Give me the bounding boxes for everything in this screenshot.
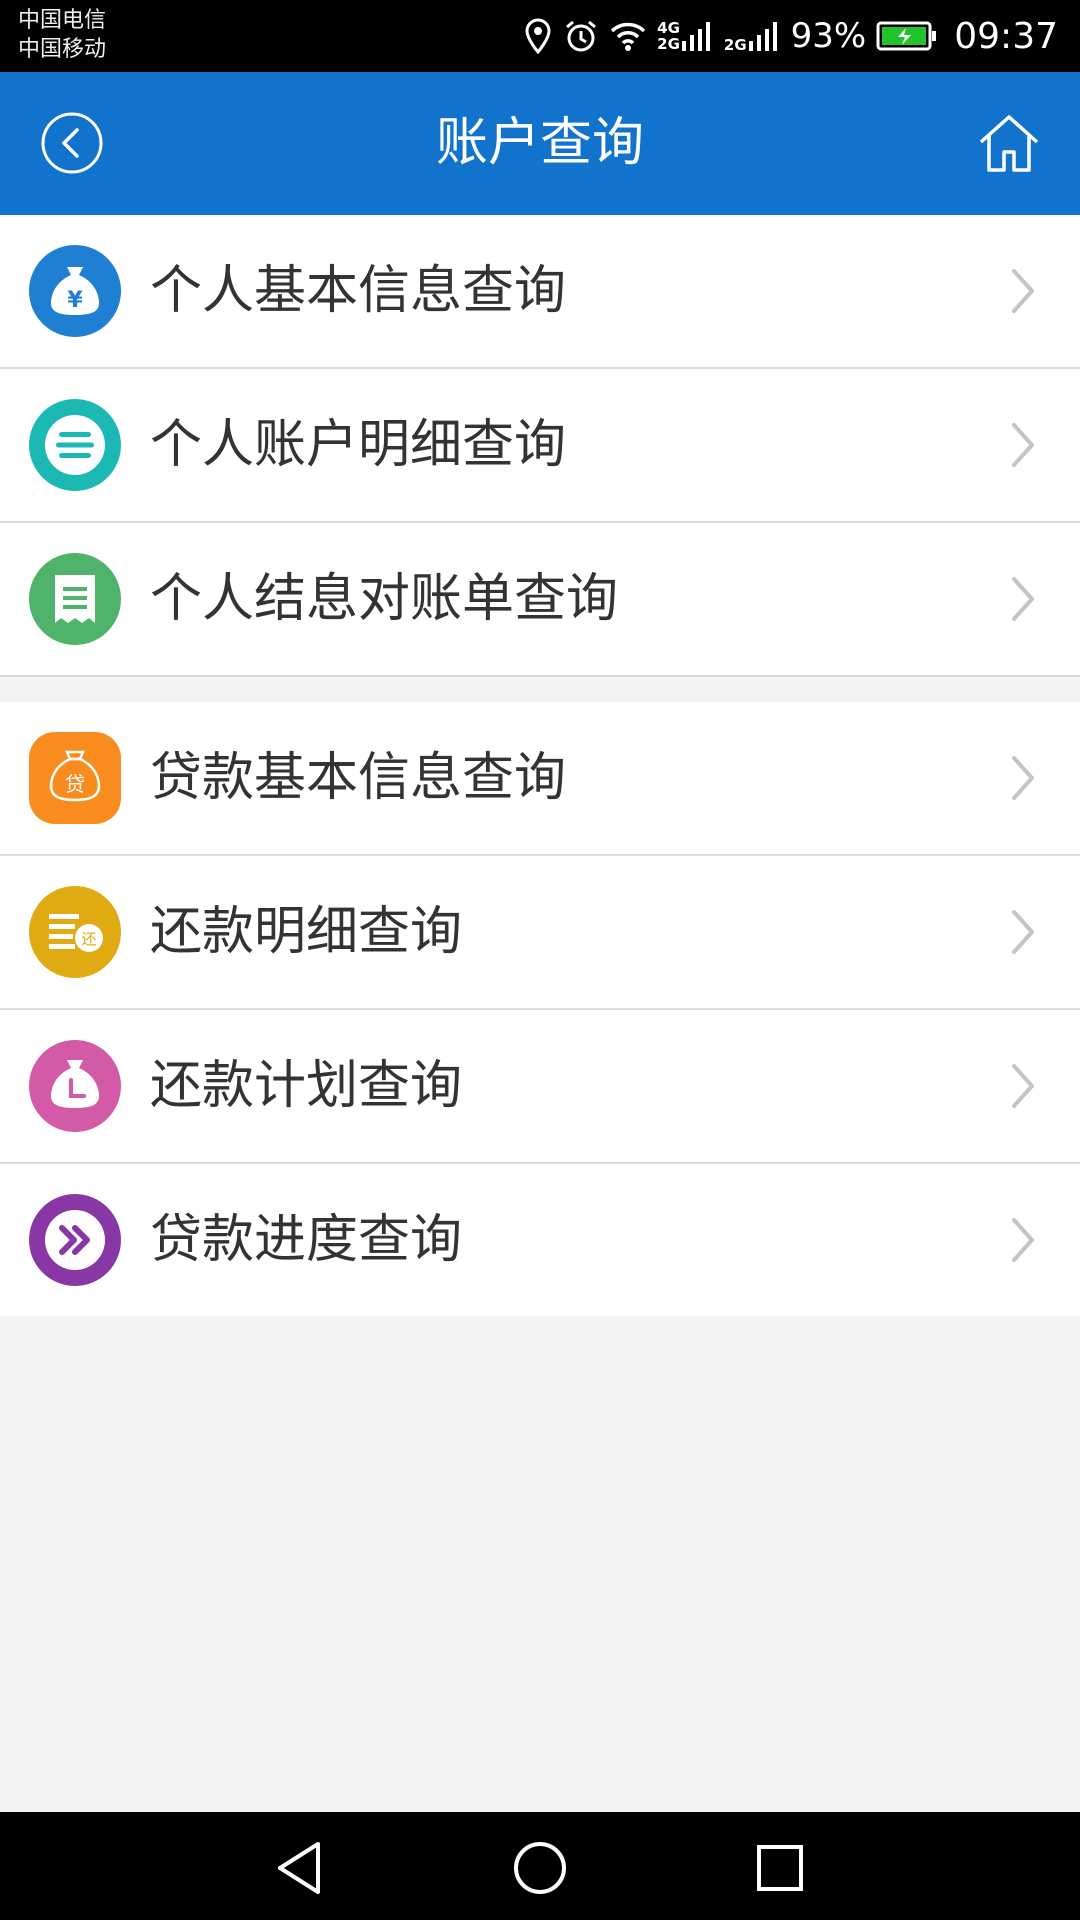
home-button[interactable]: [976, 112, 1042, 174]
net-1-bottom-label: 2G: [657, 35, 680, 53]
chevron-right-icon: [1012, 910, 1034, 954]
page-title: 账户查询: [435, 113, 644, 173]
menu-label: 个人基本信息查询: [150, 261, 567, 321]
menu-item-personal-account-detail[interactable]: 个人账户明细查询: [0, 367, 1080, 521]
triangle-back-icon: [278, 1842, 320, 1894]
repay-glyph: 还: [81, 930, 96, 948]
home-icon: [979, 115, 1039, 172]
carrier-2: 中国移动: [18, 37, 107, 62]
battery-percent: 93%: [790, 16, 867, 56]
alarm-icon: [563, 18, 599, 54]
chevron-right-icon: [1012, 1218, 1034, 1262]
app-header: 账户查询: [0, 72, 1080, 215]
status-icons: 4G 2G 2G 93% 09:37: [523, 0, 1058, 72]
chevron-right-icon: [1012, 269, 1034, 313]
chevron-right-icon: [1012, 756, 1034, 800]
repay-list-icon: 还: [29, 886, 121, 978]
menu-item-repayment-detail[interactable]: 还 还款明细查询: [0, 854, 1080, 1008]
battery-charging-icon: [876, 20, 938, 52]
chevron-right-icon: [1012, 1064, 1034, 1108]
list-lines-icon: [29, 399, 121, 491]
menu-item-personal-interest-statement[interactable]: 个人结息对账单查询: [0, 521, 1080, 675]
menu-label: 个人结息对账单查询: [150, 569, 619, 629]
loan-query-group: 贷 贷款基本信息查询 还 还款明细查询 还款计划查询 贷款进度查询: [0, 702, 1080, 1316]
square-recents-icon: [757, 1845, 803, 1891]
network-2g-indicator: 2G: [724, 19, 781, 53]
net-1-top-label: 4G: [657, 19, 680, 37]
wifi-icon: [609, 20, 647, 52]
circle-home-icon: [514, 1842, 566, 1894]
system-nav-bar: [0, 1812, 1080, 1920]
menu-label: 个人账户明细查询: [150, 415, 567, 475]
network-4g-2g-indicator: 4G 2G: [657, 19, 714, 53]
clock: 09:37: [954, 15, 1058, 57]
location-icon: [523, 18, 553, 54]
menu-label: 贷款进度查询: [150, 1210, 463, 1270]
nav-home-button[interactable]: [510, 1838, 570, 1898]
net-2-label: 2G: [723, 36, 747, 54]
signal-bars-1-icon: [681, 22, 710, 51]
menu-label: 还款明细查询: [150, 902, 463, 962]
loan-glyph: 贷: [65, 772, 85, 796]
menu-label: 还款计划查询: [150, 1056, 463, 1116]
chevron-right-icon: [1012, 577, 1034, 621]
carrier-labels: 中国电信 中国移动: [18, 6, 106, 64]
nav-recents-button[interactable]: [750, 1838, 810, 1898]
double-chevron-right-icon: [29, 1194, 121, 1286]
personal-query-group: ¥ 个人基本信息查询 个人账户明细查询 个人结息对账单查询: [0, 215, 1080, 677]
loan-bag-icon: 贷: [29, 732, 121, 824]
chevron-right-icon: [1012, 423, 1034, 467]
signal-bars-2-icon: [748, 22, 777, 51]
menu-item-loan-basic-info[interactable]: 贷 贷款基本信息查询: [0, 702, 1080, 854]
menu-item-personal-basic-info[interactable]: ¥ 个人基本信息查询: [0, 215, 1080, 367]
yen-glyph: ¥: [67, 288, 83, 313]
menu-item-repayment-plan[interactable]: 还款计划查询: [0, 1008, 1080, 1162]
menu-item-loan-progress[interactable]: 贷款进度查询: [0, 1162, 1080, 1316]
money-bag-yen-icon: ¥: [29, 245, 121, 337]
menu-label: 贷款基本信息查询: [150, 748, 567, 808]
carrier-1: 中国电信: [18, 8, 107, 33]
receipt-icon: [29, 553, 121, 645]
status-bar: 中国电信 中国移动 4G 2G 2G 93% 09:37: [0, 0, 1080, 72]
nav-back-button[interactable]: [270, 1838, 330, 1898]
money-bag-clock-icon: [29, 1040, 121, 1132]
